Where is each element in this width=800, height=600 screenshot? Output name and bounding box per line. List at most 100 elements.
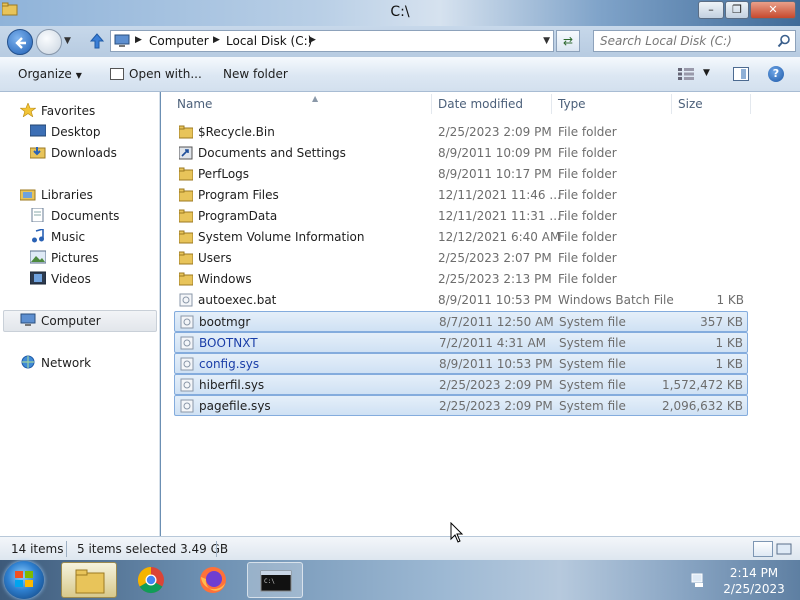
file-type: File folder	[558, 230, 617, 244]
file-row[interactable]: autoexec.bat 8/9/2011 10:53 PM Windows Bat…	[174, 290, 748, 311]
folder-icon	[179, 251, 193, 265]
selection-summary: 5 items selected 3.49 GB	[77, 542, 229, 556]
file-size: 2,096,632 KB	[662, 399, 743, 413]
preview-pane-icon[interactable]	[733, 67, 749, 81]
file-name: PerfLogs	[198, 167, 250, 181]
star-icon	[20, 103, 36, 117]
file-name: ProgramData	[198, 209, 278, 223]
file-type: System file	[559, 315, 626, 329]
recent-pages-dropdown[interactable]: ▼	[64, 36, 71, 46]
open-with-button[interactable]: Open with...	[129, 67, 202, 81]
file-name: Program Files	[198, 188, 279, 202]
search-input[interactable]	[600, 33, 770, 49]
file-type: File folder	[558, 209, 617, 223]
help-icon[interactable]: ?	[768, 66, 784, 82]
column-header-date[interactable]: Date modified	[438, 97, 523, 111]
file-row[interactable]: ProgramData 12/11/2021 11:31 ... File fold…	[174, 206, 748, 227]
file-name: Windows	[198, 272, 252, 286]
column-divider[interactable]	[551, 94, 552, 114]
address-row: ▼ ▶ Computer ▶ Local Disk (C:) ▶ ▼ ⇄	[0, 26, 800, 57]
file-row[interactable]: bootmgr 8/7/2011 12:50 AM System file 357 K…	[174, 311, 748, 332]
file-row[interactable]: Program Files 12/11/2021 11:46 ... File fo…	[174, 185, 748, 206]
command-bar: Organize ▼ Open with... New folder ▼ ?	[0, 57, 800, 92]
maximize-button[interactable]: ❐	[725, 1, 749, 19]
navigation-pane: Favorites Desktop Downloads Libraries Do…	[0, 92, 160, 536]
breadcrumb-arrow[interactable]: ▶	[213, 35, 220, 45]
change-view-icon[interactable]	[678, 68, 694, 80]
status-bar: 14 items 5 items selected 3.49 GB	[0, 536, 800, 560]
column-divider[interactable]	[671, 94, 672, 114]
videos-icon	[30, 271, 46, 285]
details-view-button[interactable]	[753, 541, 773, 557]
nav-desktop[interactable]: Desktop	[51, 125, 101, 139]
minimize-button[interactable]: –	[698, 1, 724, 19]
nav-favorites[interactable]: Favorites	[41, 104, 95, 118]
view-options-dropdown[interactable]: ▼	[703, 68, 710, 78]
downloads-icon	[30, 147, 46, 159]
start-button[interactable]	[4, 561, 44, 599]
nav-libraries[interactable]: Libraries	[41, 188, 93, 202]
file-row[interactable]: pagefile.sys 2/25/2023 2:09 PM System file…	[174, 395, 748, 416]
window-title: C:\	[390, 4, 410, 20]
column-header-type[interactable]: Type	[558, 97, 586, 111]
file-name: hiberfil.sys	[199, 378, 265, 392]
windows-logo-icon	[15, 571, 33, 587]
file-row[interactable]: PerfLogs 8/9/2011 10:17 PM File folder	[174, 164, 748, 185]
address-bar[interactable]: ▶ Computer ▶ Local Disk (C:) ▶ ▼	[110, 30, 554, 52]
file-row[interactable]: config.sys 8/9/2011 10:53 PM System file 1 …	[174, 353, 748, 374]
file-row[interactable]: System Volume Information 12/12/2021 6:40…	[174, 227, 748, 248]
search-icon[interactable]	[777, 34, 791, 48]
close-button[interactable]: ✕	[750, 1, 796, 19]
column-header-size[interactable]: Size	[678, 97, 703, 111]
nav-documents[interactable]: Documents	[51, 209, 119, 223]
nav-downloads[interactable]: Downloads	[51, 146, 117, 160]
new-folder-button[interactable]: New folder	[223, 67, 288, 81]
column-divider[interactable]	[750, 94, 751, 114]
system-file-icon	[180, 336, 194, 350]
system-clock[interactable]: 2:14 PM 2/25/2023	[716, 565, 792, 597]
refresh-button[interactable]: ⇄	[556, 30, 580, 52]
file-date-modified: 8/9/2011 10:53 PM	[438, 293, 552, 307]
file-row[interactable]: Documents and Settings 8/9/2011 10:09 PM F…	[174, 143, 748, 164]
folder-icon	[179, 230, 193, 244]
taskbar-explorer-button[interactable]	[61, 562, 117, 598]
file-row[interactable]: BOOTNXT 7/2/2011 4:31 AM System file 1 KB	[174, 332, 748, 353]
back-button[interactable]	[7, 29, 33, 55]
large-icons-view-button[interactable]	[776, 541, 792, 557]
computer-icon	[20, 313, 36, 326]
file-date-modified: 2/25/2023 2:13 PM	[438, 272, 552, 286]
search-box[interactable]	[593, 30, 796, 52]
chrome-icon[interactable]	[136, 566, 166, 594]
forward-button[interactable]	[36, 29, 62, 55]
breadcrumb-arrow[interactable]: ▶	[309, 35, 316, 45]
back-arrow-icon	[15, 37, 26, 49]
up-arrow-icon[interactable]	[88, 32, 106, 50]
folder-icon	[179, 167, 193, 181]
address-history-dropdown[interactable]: ▼	[543, 36, 550, 46]
nav-network[interactable]: Network	[41, 356, 91, 370]
file-type: File folder	[558, 125, 617, 139]
file-date-modified: 2/25/2023 2:07 PM	[438, 251, 552, 265]
file-row[interactable]: $Recycle.Bin 2/25/2023 2:09 PM File folder	[174, 122, 748, 143]
organize-menu[interactable]: Organize ▼	[18, 67, 82, 81]
nav-videos[interactable]: Videos	[51, 272, 91, 286]
nav-music[interactable]: Music	[51, 230, 85, 244]
breadcrumb-local-disk[interactable]: Local Disk (C:)	[226, 34, 312, 48]
network-tray-icon[interactable]	[690, 572, 706, 588]
taskbar-cmd-button[interactable]: C:\	[247, 562, 303, 598]
column-header-name[interactable]: ▲ Name	[177, 94, 318, 111]
breadcrumb-computer[interactable]: Computer	[149, 34, 209, 48]
file-row[interactable]: Windows 2/25/2023 2:13 PM File folder	[174, 269, 748, 290]
firefox-icon[interactable]	[198, 565, 228, 595]
nav-computer[interactable]: Computer	[41, 314, 101, 328]
folder-icon	[179, 272, 193, 286]
file-row[interactable]: hiberfil.sys 2/25/2023 2:09 PM System file…	[174, 374, 748, 395]
command-prompt-icon: C:\	[260, 570, 292, 592]
documents-icon	[31, 208, 44, 222]
column-divider[interactable]	[431, 94, 432, 114]
file-row[interactable]: Users 2/25/2023 2:07 PM File folder	[174, 248, 748, 269]
nav-pictures[interactable]: Pictures	[51, 251, 99, 265]
file-date-modified: 8/7/2011 12:50 AM	[439, 315, 554, 329]
taskbar: C:\ 2:14 PM 2/25/2023	[0, 560, 800, 600]
breadcrumb-arrow[interactable]: ▶	[135, 35, 142, 45]
